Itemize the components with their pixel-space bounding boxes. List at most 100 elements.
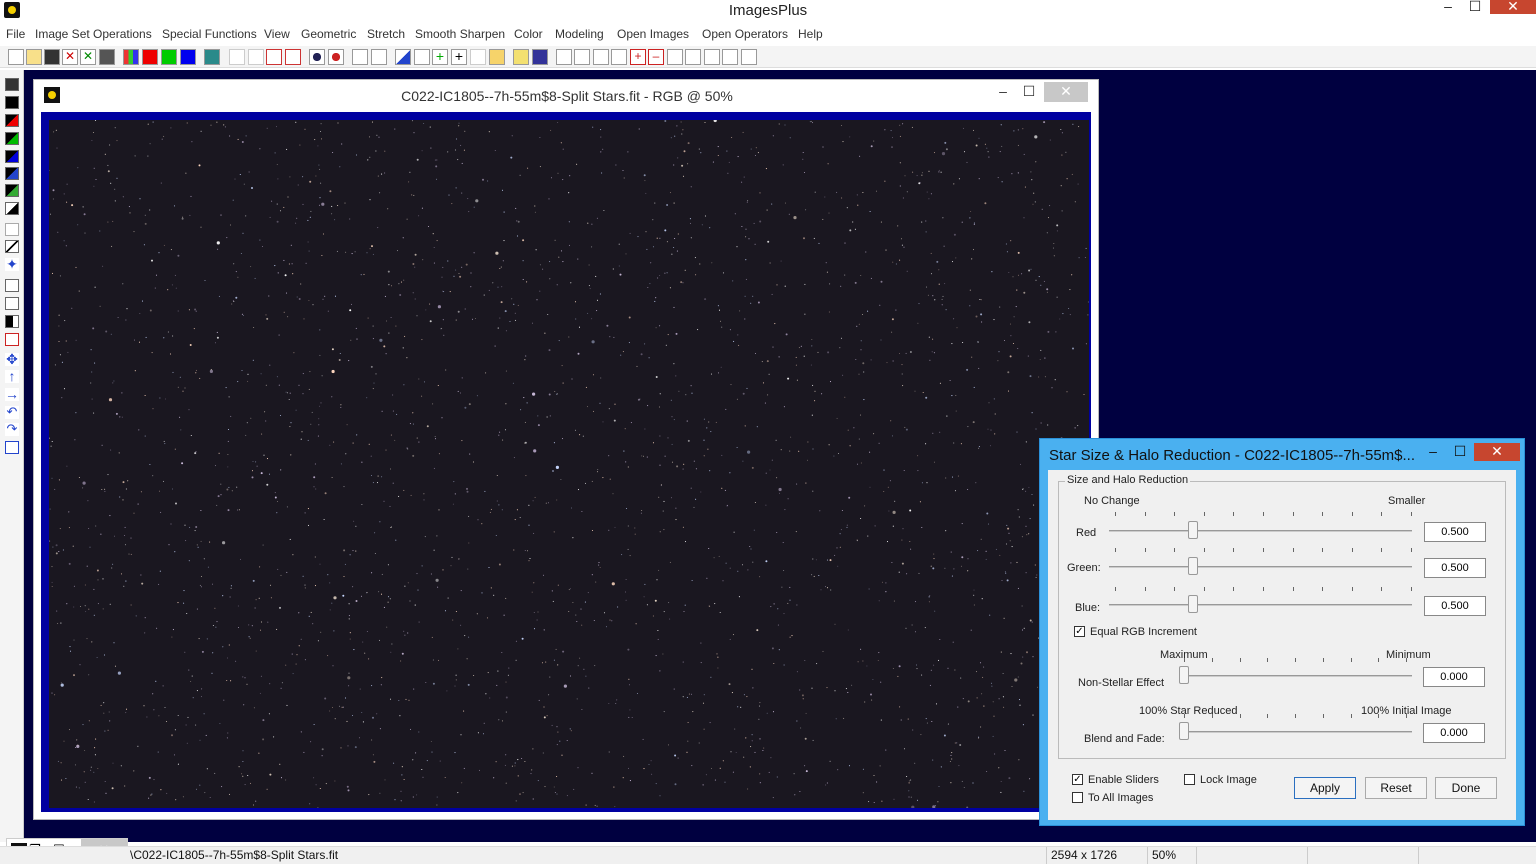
red-tool-icon[interactable] [5,114,19,127]
dialog-minimize-button[interactable]: – [1418,443,1448,461]
star-field-image[interactable] [49,120,1089,808]
zoom-minus-icon[interactable]: – [648,49,664,65]
save-tool-icon[interactable] [5,78,19,91]
apply-button[interactable]: Apply [1294,777,1356,799]
rotate-left-icon[interactable]: ↶ [5,405,19,419]
menu-modeling[interactable]: Modeling [555,27,604,41]
redo-disabled-icon[interactable] [248,49,264,65]
frame-icon-4[interactable] [722,49,738,65]
dots-icon[interactable] [352,49,368,65]
red-slider-thumb[interactable] [1188,521,1199,539]
non-stellar-slider-thumb[interactable] [1179,666,1189,684]
new-icon[interactable] [8,49,24,65]
save-icon[interactable] [44,49,60,65]
plot-icon[interactable] [371,49,387,65]
up-arrow-icon[interactable]: ↑ [5,369,19,383]
print-icon[interactable] [99,49,115,65]
zoom-in-icon[interactable] [556,49,572,65]
frame-icon-1[interactable] [667,49,683,65]
close-all-icon[interactable]: ✕ [80,49,96,65]
enable-sliders-checkbox[interactable]: ✓ [1072,774,1083,785]
frame-icon-2[interactable] [685,49,701,65]
blend-slider-track[interactable] [1179,731,1412,733]
maximize-button[interactable]: ☐ [1460,0,1490,14]
blue-slider-track[interactable] [1109,604,1412,606]
zoom-fit-icon[interactable] [593,49,609,65]
rgb-icon[interactable] [123,49,139,65]
non-stellar-slider-track[interactable] [1179,675,1412,677]
gradient-tool-icon[interactable] [5,315,19,328]
non-stellar-value-field[interactable]: 0.000 [1423,667,1485,687]
open-icon[interactable] [26,49,42,65]
reset-button[interactable]: Reset [1365,777,1427,799]
menu-special-functions[interactable]: Special Functions [162,27,257,41]
menu-help[interactable]: Help [798,27,823,41]
crosshair-icon[interactable]: + [451,49,467,65]
menu-smooth-sharpen[interactable]: Smooth Sharpen [415,27,505,41]
crosshair-green-icon[interactable]: + [432,49,448,65]
blue-channel-icon[interactable] [180,49,196,65]
blend-slider-thumb[interactable] [1179,722,1189,740]
histogram-icon[interactable] [395,49,411,65]
red-channel-icon[interactable] [142,49,158,65]
to-all-images-checkbox[interactable] [1072,792,1083,803]
black-tool-icon[interactable] [5,96,19,109]
menu-open-images[interactable]: Open Images [617,27,689,41]
green-slider-track[interactable] [1109,566,1412,568]
minimize-button[interactable]: – [1433,0,1463,14]
undo-icon[interactable] [266,49,282,65]
image-close-button[interactable]: ✕ [1044,82,1088,102]
undo-disabled-icon[interactable] [229,49,245,65]
menu-view[interactable]: View [264,27,290,41]
green-slider-thumb[interactable] [1188,557,1199,575]
blue-tool-icon[interactable] [5,150,19,163]
green-channel-icon[interactable] [161,49,177,65]
star-tool-icon[interactable]: ✦ [5,257,19,271]
equal-rgb-checkbox[interactable]: ✓ [1074,626,1085,637]
grid-icon[interactable] [204,49,220,65]
frame-icon-5[interactable] [741,49,757,65]
zoom-actual-icon[interactable] [611,49,627,65]
menu-color[interactable]: Color [514,27,543,41]
gamma-tool-icon[interactable] [5,223,19,236]
blue-value-field[interactable]: 0.500 [1424,596,1486,616]
move-tool-icon[interactable]: ✥ [5,352,19,366]
red-value-field[interactable]: 0.500 [1424,522,1486,542]
dialog-close-button[interactable]: ✕ [1474,443,1520,461]
close-image-icon[interactable]: ✕ [62,49,78,65]
red-slider-track[interactable] [1109,530,1412,532]
box-tool-icon[interactable] [5,279,19,292]
image-icon[interactable] [489,49,505,65]
done-button[interactable]: Done [1435,777,1497,799]
right-arrow-icon[interactable]: → [5,387,19,401]
color-tool-icon[interactable] [5,167,19,180]
menu-image-set-operations[interactable]: Image Set Operations [35,27,152,41]
r-tool-icon[interactable] [5,333,19,346]
select-icon[interactable] [470,49,486,65]
menu-stretch[interactable]: Stretch [367,27,405,41]
menu-open-operators[interactable]: Open Operators [702,27,788,41]
stars-icon[interactable] [309,49,325,65]
invert-tool-icon[interactable] [5,202,19,215]
pencil-icon[interactable] [513,49,529,65]
dialog-maximize-button[interactable]: ☐ [1445,443,1475,461]
bars-tool-icon[interactable] [5,297,19,310]
mix-tool-icon[interactable] [5,184,19,197]
close-button[interactable]: ✕ [1490,0,1536,14]
menu-file[interactable]: File [6,27,25,41]
menu-geometric[interactable]: Geometric [301,27,356,41]
blue-slider-thumb[interactable] [1188,595,1199,613]
flip-tool-icon[interactable] [5,441,19,454]
lock-image-checkbox[interactable] [1184,774,1195,785]
rotate-right-icon[interactable]: ↷ [5,422,19,436]
green-value-field[interactable]: 0.500 [1424,558,1486,578]
image-window-titlebar[interactable]: C022-IC1805--7h-55m$8-Split Stars.fit - … [34,80,1098,112]
blend-value-field[interactable]: 0.000 [1423,723,1485,743]
redo-icon[interactable] [285,49,301,65]
frame-icon-3[interactable] [704,49,720,65]
curves-icon[interactable] [414,49,430,65]
zoom-out-icon[interactable] [574,49,590,65]
line-tool-icon[interactable] [5,240,19,253]
star-mask-icon[interactable] [328,49,344,65]
table-icon[interactable] [532,49,548,65]
